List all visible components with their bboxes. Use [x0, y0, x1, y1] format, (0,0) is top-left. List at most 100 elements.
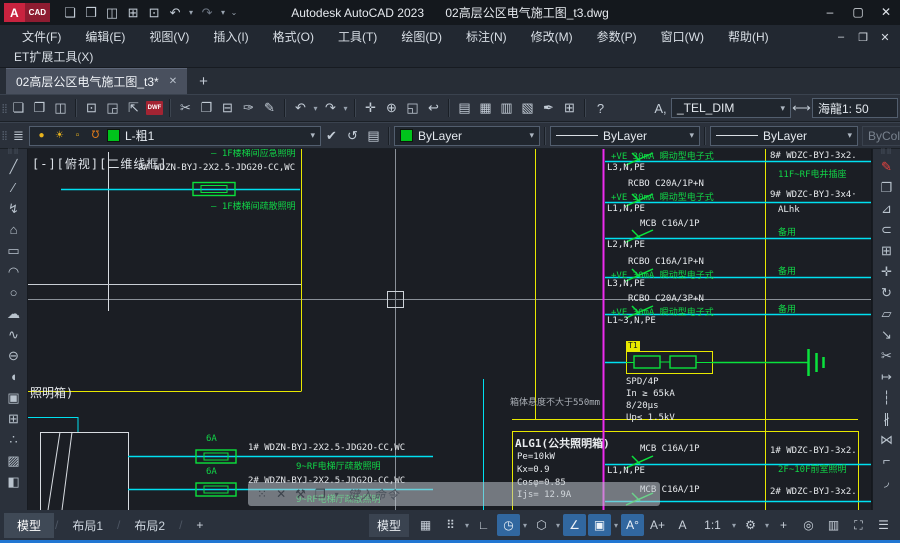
- autocad-logo[interactable]: A CAD: [4, 3, 50, 22]
- redo-dropdown-icon[interactable]: ▾: [341, 104, 350, 113]
- paste-icon[interactable]: ⊟: [217, 100, 238, 116]
- ellipse-icon[interactable]: ⊖: [2, 345, 26, 366]
- copy-icon[interactable]: ❐: [196, 100, 217, 116]
- open-icon[interactable]: ❒: [81, 0, 101, 25]
- ortho-toggle-icon[interactable]: ∟: [472, 514, 495, 536]
- layer-properties-manager-icon[interactable]: ≣: [8, 128, 29, 144]
- doc-close-button[interactable]: ✕: [874, 31, 896, 44]
- isolate-objects-icon[interactable]: ◎: [797, 514, 820, 536]
- new-icon[interactable]: ❏: [8, 100, 29, 116]
- tab-layout1[interactable]: 布局1: [59, 513, 116, 538]
- help-icon[interactable]: ?: [590, 101, 611, 116]
- redo-icon[interactable]: ↷: [320, 100, 341, 116]
- layer-on-icon[interactable]: ●: [35, 130, 48, 141]
- redo-dropdown-icon[interactable]: ▾: [218, 0, 228, 25]
- snap-toggle-icon[interactable]: ⠿: [439, 514, 462, 536]
- layer-freeze-icon[interactable]: ☀: [53, 130, 66, 141]
- gradient-icon[interactable]: ◧: [2, 471, 26, 492]
- maximize-button[interactable]: ▢: [844, 0, 872, 25]
- block-editor-icon[interactable]: ✎: [259, 100, 280, 116]
- menu-edit[interactable]: 编辑(E): [73, 25, 137, 49]
- redo-icon[interactable]: ↷: [197, 0, 217, 25]
- chevron-down-icon[interactable]: ▾: [463, 521, 471, 530]
- stretch-icon[interactable]: ↘: [875, 324, 899, 345]
- viewport-controls[interactable]: [-][俯视][二维线框]: [32, 155, 168, 172]
- doc-restore-button[interactable]: ❐: [852, 31, 874, 44]
- chevron-down-icon[interactable]: ▾: [689, 130, 694, 141]
- chevron-down-icon[interactable]: ▾: [335, 490, 339, 499]
- menu-et-express-tools[interactable]: ET扩展工具(X): [0, 49, 105, 66]
- copy-icon[interactable]: ❐: [875, 177, 899, 198]
- design-center-icon[interactable]: ▦: [475, 100, 496, 116]
- file-tab-active[interactable]: 02高层公区电气施工图_t3* ✕: [6, 68, 187, 94]
- toolbar-grip[interactable]: ⣿: [0, 130, 8, 141]
- auto-annotation-icon[interactable]: A+: [646, 514, 669, 536]
- menu-window[interactable]: 窗口(W): [649, 25, 716, 49]
- chevron-down-icon[interactable]: ▾: [529, 130, 534, 141]
- menu-tools[interactable]: 工具(T): [326, 25, 389, 49]
- object-snap-icon[interactable]: ▣: [588, 514, 611, 536]
- trim-icon[interactable]: ✂: [875, 345, 899, 366]
- close-button[interactable]: ✕: [872, 0, 900, 25]
- markup-icon[interactable]: ✒: [538, 100, 559, 116]
- zoom-window-icon[interactable]: ◱: [402, 100, 423, 116]
- save-icon[interactable]: ◫: [50, 100, 71, 116]
- ellipse-arc-icon[interactable]: ◖: [2, 366, 26, 387]
- workspace-switching-icon[interactable]: ⚙: [739, 514, 762, 536]
- properties-icon[interactable]: ▤: [454, 100, 475, 116]
- menu-help[interactable]: 帮助(H): [716, 25, 781, 49]
- chevron-down-icon[interactable]: ▾: [521, 521, 529, 530]
- command-customize-icon[interactable]: ⚒: [295, 487, 306, 501]
- polygon-icon[interactable]: ⌂: [2, 219, 26, 240]
- menu-view[interactable]: 视图(V): [137, 25, 201, 49]
- isodraft-icon[interactable]: ⬡: [530, 514, 553, 536]
- annotation-scale-value[interactable]: 1:1: [696, 514, 729, 536]
- menu-format[interactable]: 格式(O): [261, 25, 326, 49]
- layer-combo[interactable]: ● ☀ ▫ ℧ L-粗1 ▾: [29, 126, 321, 146]
- recent-commands-icon[interactable]: ❒: [315, 487, 326, 501]
- point-icon[interactable]: ∴: [2, 429, 26, 450]
- spline-icon[interactable]: ∿: [2, 324, 26, 345]
- plot-icon[interactable]: ⊡: [144, 0, 164, 25]
- command-line-bar[interactable]: ⁙ ✕ ⚒ ❒ ▾ 键入命令: [248, 482, 660, 506]
- tool-palettes-icon[interactable]: ▥: [496, 100, 517, 116]
- chevron-down-icon[interactable]: ▾: [847, 130, 852, 141]
- plot-preview-icon[interactable]: ◲: [102, 100, 123, 116]
- undo-dropdown-icon[interactable]: ▾: [311, 104, 320, 113]
- menu-dimension[interactable]: 标注(N): [454, 25, 519, 49]
- make-block-icon[interactable]: ⊞: [2, 408, 26, 429]
- command-grip-icon[interactable]: ⁙: [257, 487, 267, 501]
- dim-style-combo[interactable]: 海龍1: 50: [812, 98, 898, 118]
- tab-layout2[interactable]: 布局2: [121, 513, 178, 538]
- minimize-button[interactable]: –: [816, 0, 844, 25]
- rectangle-icon[interactable]: ▭: [2, 240, 26, 261]
- text-style-icon[interactable]: A,: [650, 101, 671, 116]
- plot-icon[interactable]: ⊡: [81, 100, 102, 116]
- line-icon[interactable]: ╱: [2, 156, 26, 177]
- menu-insert[interactable]: 插入(I): [201, 25, 260, 49]
- chevron-down-icon[interactable]: ▾: [310, 130, 315, 141]
- menu-draw[interactable]: 绘图(D): [389, 25, 454, 49]
- join-icon[interactable]: ⋈: [875, 429, 899, 450]
- customization-menu-icon[interactable]: ☰: [872, 514, 895, 536]
- text-style-combo[interactable]: _TEL_DIM ▾: [671, 98, 791, 118]
- offset-icon[interactable]: ⊂: [875, 219, 899, 240]
- layer-previous-icon[interactable]: ↺: [342, 128, 363, 144]
- save-as-icon[interactable]: ⊞: [123, 0, 143, 25]
- tab-model[interactable]: 模型: [4, 513, 54, 538]
- toolbar-grip[interactable]: ⣿: [0, 103, 8, 114]
- quick-calc-icon[interactable]: ⊞: [559, 100, 580, 116]
- undo-dropdown-icon[interactable]: ▾: [186, 0, 196, 25]
- mirror-icon[interactable]: ⊿: [875, 198, 899, 219]
- qat-customize-icon[interactable]: ⌄: [229, 0, 239, 25]
- command-close-icon[interactable]: ✕: [276, 487, 286, 501]
- annotation-scale-icon[interactable]: A: [671, 514, 694, 536]
- chevron-down-icon[interactable]: ▾: [730, 521, 738, 530]
- rotate-icon[interactable]: ↻: [875, 282, 899, 303]
- publish-icon[interactable]: ⇱: [123, 100, 144, 116]
- export-dwf-icon[interactable]: DWF: [146, 101, 163, 115]
- save-icon[interactable]: ◫: [102, 0, 122, 25]
- layer-lock-icon[interactable]: ℧: [89, 130, 102, 141]
- model-space-button[interactable]: 模型: [369, 514, 409, 537]
- break-at-point-icon[interactable]: ┆: [875, 387, 899, 408]
